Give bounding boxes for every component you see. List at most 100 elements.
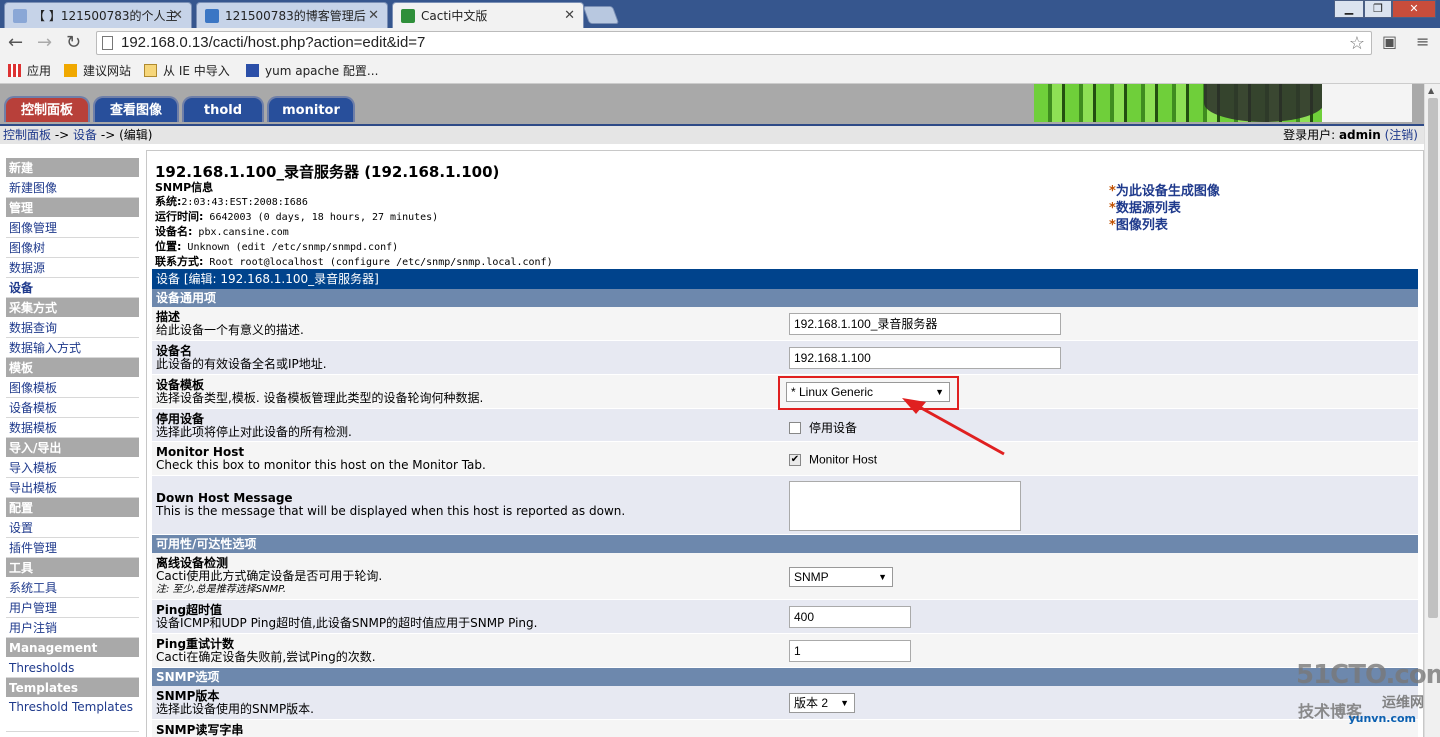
sidebar-header: 模板 [6,358,139,378]
device-edit-form: 设备 [编辑: 192.168.1.100_录音服务器] 设备通用项 描述 给此设… [152,269,1418,737]
breadcrumb-devices-link[interactable]: 设备 [73,128,97,142]
dropdown-arrow-icon: ▼ [840,698,849,708]
scrollbar-thumb[interactable] [1428,98,1438,618]
sidebar-item[interactable]: 数据查询 [6,318,139,338]
field-help: Cacti在确定设备失败前,尝试Ping的次数. [156,650,376,664]
field-help: 此设备的有效设备全名或IP地址. [156,357,327,371]
sidebar-item[interactable]: 设置 [6,518,139,538]
sidebar-item[interactable]: 新建图像 [6,178,139,198]
new-tab-button[interactable] [582,6,620,24]
snmp-system-value: 2:03:43:EST:2008:I686 [181,197,308,208]
section-snmp: SNMP选项 [152,668,1418,686]
watermark-site: 51CTO.com [1296,660,1440,690]
snmp-uptime-value: 6642003 (0 days, 18 hours, 27 minutes) [203,212,439,223]
sidebar-item[interactable]: 图像模板 [6,378,139,398]
bookmark-star-icon[interactable]: ☆ [1349,32,1365,54]
breadcrumb-current: (编辑) [119,128,153,142]
row-disable-host: 停用设备 选择此项将停止对此设备的所有检测. 停用设备 [152,409,1418,442]
address-input[interactable]: 192.168.0.13/cacti/host.php?action=edit&… [96,31,1372,55]
sidebar-item[interactable]: 用户管理 [6,598,139,618]
bookmark-apps[interactable]: 应用 [8,62,51,79]
sidebar-item[interactable]: 图像管理 [6,218,139,238]
field-help: 选择此设备使用的SNMP版本. [156,702,314,716]
watermark-yw: 运维网 [1382,695,1424,711]
browser-tab-1[interactable]: 【 】121500783的个人主 ✕ [4,2,192,28]
tab-console[interactable]: 控制面板 [4,96,90,122]
sidebar-item[interactable]: 用户注销 [6,618,139,638]
bing-icon [64,64,77,77]
sidebar-item[interactable]: 数据源 [6,258,139,278]
row-snmp-community: SNMP读写字串 [152,720,1418,737]
create-graphs-link[interactable]: *为此设备生成图像 [1109,183,1220,200]
back-arrow-icon[interactable]: ← [8,32,23,53]
close-tab-icon[interactable]: ✕ [564,8,575,23]
login-username: admin [1338,128,1381,142]
field-note: 注: 至少,总是推荐选择SNMP. [156,584,287,595]
sidebar-header: 新建 [6,158,139,178]
url-text: 192.168.0.13/cacti/host.php?action=edit&… [121,34,426,51]
monitor-host-checkbox[interactable]: ✔ [789,453,801,466]
bookmark-ie-import[interactable]: 从 IE 中导入 [144,62,230,79]
bookmark-suggested[interactable]: 建议网站 [64,62,131,79]
breadcrumb-separator: -> [97,128,120,142]
logout-link[interactable]: (注销) [1385,128,1418,142]
ping-retry-input[interactable]: 1 [789,640,911,662]
window-close-button[interactable]: ✕ [1392,0,1436,18]
page-icon [102,36,113,50]
section-availability: 可用性/可达性选项 [152,535,1418,553]
tab-title: Cacti中文版 [421,9,488,23]
page-scrollbar[interactable]: ▲ [1424,84,1440,737]
sidebar-item[interactable]: 系统工具 [6,578,139,598]
menu-icon[interactable]: ≡ [1416,32,1429,51]
sidebar-item[interactable]: 数据输入方式 [6,338,139,358]
sidebar-item[interactable]: 设备模板 [6,398,139,418]
bookmark-label: 应用 [27,64,52,78]
row-ping-retry: Ping重试计数 Cacti在确定设备失败前,尝试Ping的次数. 1 [152,634,1418,668]
data-source-list-link[interactable]: *数据源列表 [1109,200,1220,217]
extension-icon[interactable]: ▣ [1382,32,1397,51]
breadcrumb-bar: 控制面板 -> 设备 -> (编辑) 登录用户: admin (注销) [0,124,1424,144]
snmp-version-select[interactable]: 版本 2 ▼ [789,693,855,713]
graph-list-link[interactable]: *图像列表 [1109,217,1220,234]
tab-graphs[interactable]: 查看图像 [93,96,179,122]
downed-detection-select[interactable]: SNMP ▼ [789,567,893,587]
down-message-textarea[interactable] [789,481,1021,531]
breadcrumb: 控制面板 -> 设备 -> (编辑) [3,126,152,144]
snmp-contact-label: 联系方式: [155,255,204,268]
snmp-info-block: SNMP信息 系统:2:03:43:EST:2008:I686 运行时间: 66… [155,181,553,270]
sidebar-item[interactable]: Thresholds [6,658,139,678]
page-favicon-icon [205,8,219,23]
sidebar-item[interactable]: 插件管理 [6,538,139,558]
browser-tab-2[interactable]: 121500783的博客管理后 ✕ [196,2,388,28]
sidebar-item[interactable]: 图像树 [6,238,139,258]
forward-arrow-icon[interactable]: → [37,32,52,53]
scroll-up-icon[interactable]: ▲ [1428,86,1434,95]
bookmark-label: 从 IE 中导入 [163,64,230,78]
sidebar-item[interactable]: 导出模板 [6,478,139,498]
tab-monitor[interactable]: monitor [267,96,355,122]
snmp-contact-value: Root root@localhost (configure /etc/snmp… [203,257,553,268]
page-title: 192.168.1.100_录音服务器 (192.168.1.100) [155,163,500,181]
description-input[interactable]: 192.168.1.100_录音服务器 [789,313,1061,335]
sidebar-menu: 新建 新建图像 管理 图像管理 图像树 数据源 设备 采集方式 数据查询 数据输入方式 模板 图像模板… [6,158,139,732]
sidebar-item[interactable]: 数据模板 [6,418,139,438]
field-help: 选择设备类型,模板. 设备模板管理此类型的设备轮询何种数据. [156,391,484,405]
row-downed-detection: 离线设备检测 Cacti使用此方式确定设备是否可用于轮询. 注: 至少,总是推荐选择… [152,553,1418,600]
sidebar-item[interactable]: 设备 [6,278,139,298]
breadcrumb-console-link[interactable]: 控制面板 [3,128,51,142]
sidebar-item[interactable]: Threshold Templates [6,698,139,732]
browser-tab-3[interactable]: Cacti中文版 ✕ [392,2,584,28]
ping-timeout-input[interactable]: 400 [789,606,911,628]
tab-thold[interactable]: thold [182,96,264,122]
restore-button[interactable]: ❐ [1364,0,1392,18]
row-description: 描述 给此设备一个有意义的描述. 192.168.1.100_录音服务器 [152,307,1418,341]
row-down-message: Down Host Message This is the message tha… [152,476,1418,535]
close-tab-icon[interactable]: ✕ [368,8,379,23]
disable-host-checkbox[interactable] [789,421,801,434]
reload-icon[interactable]: ↻ [66,32,81,53]
sidebar-item[interactable]: 导入模板 [6,458,139,478]
close-tab-icon[interactable]: ✕ [172,8,183,23]
minimize-button[interactable]: ▁ [1334,0,1364,18]
bookmark-yum[interactable]: yum apache 配置... [246,62,378,79]
hostname-input[interactable]: 192.168.1.100 [789,347,1061,369]
